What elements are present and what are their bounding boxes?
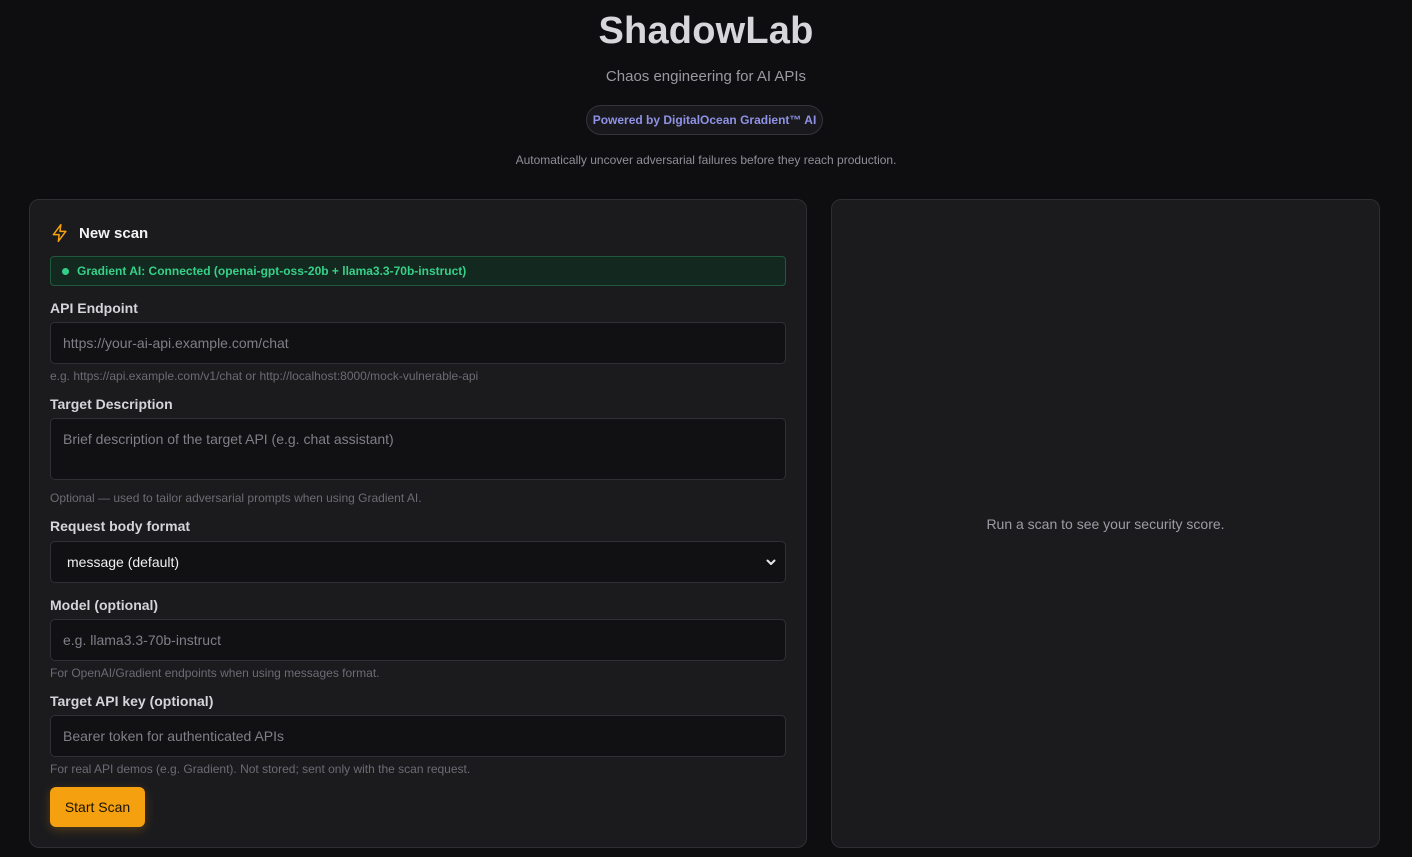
- chevron-down-icon: [766, 559, 776, 565]
- powered-by-badge: Powered by DigitalOcean Gradient™ AI: [586, 105, 823, 135]
- app-tagline: Automatically uncover adversarial failur…: [515, 153, 897, 167]
- panel-title: New scan: [79, 224, 149, 242]
- model-input[interactable]: [50, 619, 786, 661]
- model-label: Model (optional): [50, 597, 159, 613]
- new-scan-panel: New scan Gradient AI: Connected (openai-…: [29, 199, 807, 848]
- api-key-label: Target API key (optional): [50, 693, 214, 709]
- app-title: ShadowLab: [598, 10, 814, 52]
- status-dot-icon: [62, 267, 69, 275]
- page-header: ShadowLab Chaos engineering for AI APIs …: [0, 0, 1412, 199]
- app-subtitle: Chaos engineering for AI APIs: [605, 68, 807, 85]
- api-key-input[interactable]: [50, 715, 786, 757]
- api-key-hint: For real API demos (e.g. Gradient). Not …: [50, 762, 471, 776]
- request-format-select[interactable]: message (default): [50, 541, 786, 583]
- request-format-value: message (default): [67, 554, 180, 570]
- api-endpoint-input[interactable]: [50, 322, 786, 364]
- api-endpoint-label: API Endpoint: [50, 300, 138, 316]
- lightning-bolt-icon: [52, 223, 67, 243]
- panel-header: New scan: [50, 222, 148, 244]
- gradient-status-banner: Gradient AI: Connected (openai-gpt-oss-2…: [50, 256, 786, 286]
- target-description-hint: Optional — used to tailor adversarial pr…: [50, 491, 422, 505]
- target-description-label: Target Description: [50, 396, 173, 412]
- api-endpoint-hint: e.g. https://api.example.com/v1/chat or …: [50, 369, 479, 383]
- security-score-panel: Run a scan to see your security score.: [831, 199, 1380, 848]
- target-description-input[interactable]: [50, 418, 786, 480]
- model-hint: For OpenAI/Gradient endpoints when using…: [50, 666, 380, 680]
- request-format-label: Request body format: [50, 518, 191, 534]
- start-scan-button[interactable]: Start Scan: [50, 787, 145, 827]
- score-empty-message: Run a scan to see your security score.: [986, 515, 1225, 532]
- status-text: Gradient AI: Connected (openai-gpt-oss-2…: [77, 264, 467, 278]
